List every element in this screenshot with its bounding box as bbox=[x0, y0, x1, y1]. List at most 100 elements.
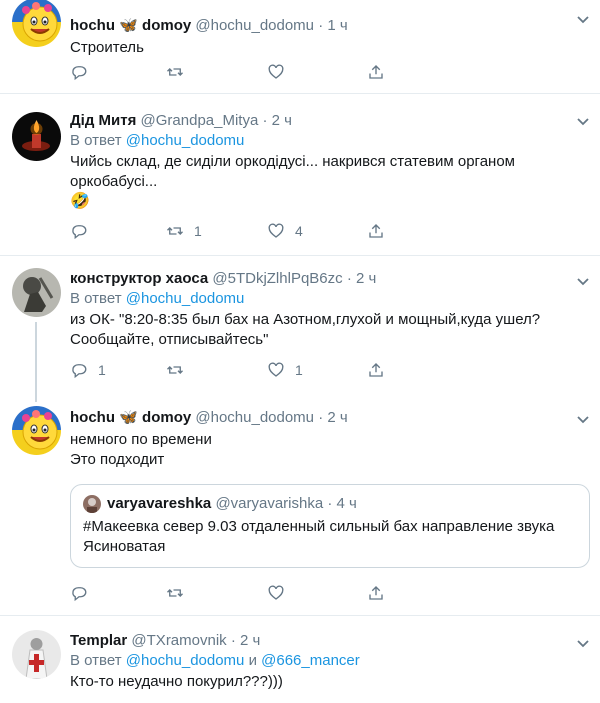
share-button[interactable] bbox=[367, 221, 385, 241]
separator-dot: · bbox=[262, 112, 268, 129]
caret-down-icon[interactable] bbox=[576, 114, 590, 128]
retweet-button[interactable] bbox=[166, 583, 194, 603]
quote-timestamp: 4 ч bbox=[336, 495, 357, 512]
reply-mention-link[interactable]: @hochu_dodomu bbox=[126, 290, 245, 307]
author-handle[interactable]: @hochu_dodomu bbox=[195, 409, 314, 426]
quote-author-handle: @varyavarishka bbox=[215, 495, 324, 512]
share-button[interactable] bbox=[367, 583, 385, 603]
tweet-text: немного по времени Это подходит bbox=[70, 430, 590, 470]
like-button[interactable] bbox=[267, 62, 295, 82]
caret-down-icon[interactable] bbox=[576, 12, 590, 26]
caret-down-icon[interactable] bbox=[576, 412, 590, 426]
share-icon bbox=[369, 363, 383, 377]
author-name[interactable]: hochu 🦋 domoy bbox=[70, 409, 191, 426]
tweet[interactable]: hochu 🦋 domoy @hochu_dodomu · 2 ч немног… bbox=[0, 398, 600, 616]
reply-context: В ответ @hochu_dodomu и @666_mancer bbox=[70, 651, 590, 670]
avatar[interactable] bbox=[12, 0, 61, 47]
like-count: 1 bbox=[295, 362, 303, 378]
timestamp[interactable]: 1 ч bbox=[327, 17, 347, 34]
avatar[interactable] bbox=[12, 112, 61, 161]
tweet[interactable]: hochu 🦋 domoy @hochu_dodomu · 1 ч Строит… bbox=[0, 0, 600, 94]
retweet-icon bbox=[167, 68, 183, 76]
caret-down-icon[interactable] bbox=[576, 636, 590, 650]
retweet-button[interactable] bbox=[166, 62, 194, 82]
quote-header: varyavareshka @varyavarishka · 4 ч bbox=[107, 494, 357, 514]
reply-button[interactable] bbox=[70, 221, 98, 241]
like-button[interactable] bbox=[267, 583, 295, 603]
reply-and: и bbox=[248, 652, 257, 669]
tweet[interactable]: Templar @TXramovnik · 2 ч В ответ @hochu… bbox=[0, 616, 600, 703]
tweet-text: из ОК- "8:20-8:35 был бах на Азотном,глу… bbox=[70, 310, 590, 350]
reply-icon bbox=[72, 66, 87, 81]
quoted-tweet[interactable]: varyavareshka @varyavarishka · 4 ч #Маке… bbox=[70, 484, 590, 568]
reply-icon bbox=[72, 225, 87, 240]
tweet-header: конструктор хаоса @5TDkjZlhlPqB6zc · 2 ч bbox=[70, 269, 590, 289]
retweet-button[interactable] bbox=[166, 360, 194, 380]
author-handle[interactable]: @TXramovnik bbox=[131, 632, 226, 649]
like-icon bbox=[268, 64, 284, 79]
author-handle[interactable]: @Grandpa_Mitya bbox=[141, 112, 259, 129]
author-handle[interactable]: @5TDkjZlhlPqB6zc bbox=[212, 270, 342, 287]
text-line: Сообщайте, отписывайтесь" bbox=[70, 331, 269, 348]
quote-text: #Макеевка север 9.03 отдаленный сильный … bbox=[83, 517, 554, 557]
tweet-header: Templar @TXramovnik · 2 ч bbox=[70, 631, 590, 651]
author-name[interactable]: Templar bbox=[70, 632, 127, 649]
like-icon bbox=[268, 223, 284, 238]
reply-button[interactable] bbox=[70, 583, 98, 603]
timestamp[interactable]: 2 ч bbox=[272, 112, 292, 129]
separator-dot: · bbox=[346, 270, 352, 287]
butterfly-emoji: 🦋 bbox=[119, 409, 138, 426]
avatar[interactable] bbox=[12, 630, 61, 679]
share-button[interactable] bbox=[367, 360, 385, 380]
reply-icon bbox=[72, 587, 87, 602]
share-icon bbox=[369, 586, 383, 600]
text-line: #Макеевка север 9.03 отдаленный сильный … bbox=[83, 518, 555, 535]
like-button[interactable]: 1 bbox=[267, 360, 303, 380]
like-button[interactable]: 4 bbox=[267, 221, 303, 241]
retweet-count: 1 bbox=[194, 223, 202, 239]
avatar[interactable] bbox=[12, 406, 61, 455]
retweet-icon bbox=[167, 227, 183, 235]
text-line: немного по времени bbox=[70, 431, 212, 448]
text-line: Ясиноватая bbox=[83, 538, 166, 555]
tweet-text: Кто-то неудачно покурил???))) bbox=[70, 673, 283, 690]
text-line: Чийсь склад, де сиділи оркодідусі... нак… bbox=[70, 153, 515, 170]
rofl-emoji: 🤣 bbox=[70, 193, 90, 210]
reply-button[interactable]: 1 bbox=[70, 360, 106, 380]
retweet-icon bbox=[167, 366, 183, 374]
reply-mention-link[interactable]: @666_mancer bbox=[261, 652, 360, 669]
separator-dot: · bbox=[327, 495, 333, 512]
timestamp[interactable]: 2 ч bbox=[327, 409, 347, 426]
share-icon bbox=[369, 65, 383, 79]
retweet-button[interactable]: 1 bbox=[166, 221, 202, 241]
share-icon bbox=[369, 224, 383, 238]
author-handle[interactable]: @hochu_dodomu bbox=[195, 17, 314, 34]
tweet-body: hochu 🦋 domoy @hochu_dodomu · 1 ч Строит… bbox=[70, 16, 590, 58]
quote-author-name: varyavareshka bbox=[107, 495, 212, 512]
tweet[interactable]: конструктор хаоса @5TDkjZlhlPqB6zc · 2 ч… bbox=[0, 256, 600, 402]
text-line: оркобабусі... bbox=[70, 173, 158, 190]
separator-dot: · bbox=[230, 632, 236, 649]
share-button[interactable] bbox=[367, 62, 385, 82]
tweet-header: hochu 🦋 domoy @hochu_dodomu · 2 ч bbox=[70, 408, 590, 428]
timestamp[interactable]: 2 ч bbox=[356, 270, 376, 287]
author-name[interactable]: конструктор хаоса bbox=[70, 270, 208, 287]
reply-mention-link[interactable]: @hochu_dodomu bbox=[126, 132, 245, 149]
quote-avatar bbox=[83, 495, 101, 513]
tweet-header: Дід Митя @Grandpa_Mitya · 2 ч bbox=[70, 111, 590, 131]
reply-count: 1 bbox=[98, 362, 106, 378]
tweet-body: Дід Митя @Grandpa_Mitya · 2 ч В ответ @h… bbox=[70, 111, 590, 212]
like-icon bbox=[268, 585, 284, 600]
reply-context: В ответ @hochu_dodomu bbox=[70, 131, 590, 150]
author-name[interactable]: Дід Митя bbox=[70, 112, 136, 129]
reply-button[interactable] bbox=[70, 62, 98, 82]
caret-down-icon[interactable] bbox=[576, 274, 590, 288]
reply-mention-link[interactable]: @hochu_dodomu bbox=[126, 652, 245, 669]
timestamp[interactable]: 2 ч bbox=[240, 632, 260, 649]
reply-icon bbox=[72, 364, 87, 379]
reply-context: В ответ @hochu_dodomu bbox=[70, 289, 590, 308]
avatar[interactable] bbox=[12, 268, 61, 317]
author-name[interactable]: hochu 🦋 domoy bbox=[70, 17, 191, 34]
thread-connector bbox=[35, 322, 37, 402]
tweet[interactable]: Дід Митя @Grandpa_Mitya · 2 ч В ответ @h… bbox=[0, 94, 600, 256]
